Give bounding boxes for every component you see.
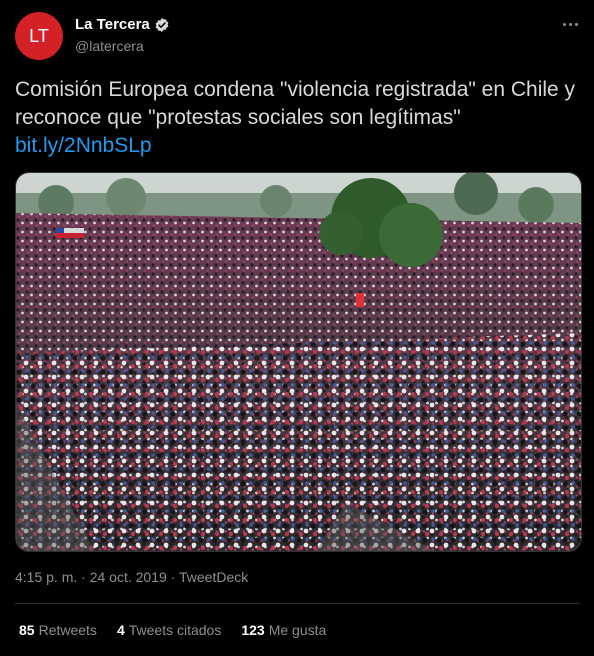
retweets-stat[interactable]: 85 Retweets: [19, 622, 97, 638]
divider: [15, 603, 580, 604]
likes-count: 123: [241, 622, 265, 638]
likes-label: Me gusta: [268, 622, 327, 638]
author-name-row: La Tercera: [75, 16, 170, 33]
tweet-link[interactable]: bit.ly/2NnbSLp: [15, 134, 152, 157]
meta-separator-2: ·: [166, 569, 179, 585]
avatar[interactable]: LT: [15, 12, 63, 60]
display-name[interactable]: La Tercera: [75, 16, 150, 33]
meta-separator: ·: [77, 569, 90, 585]
quotes-count: 4: [116, 622, 125, 638]
tweet-stats: 85 Retweets 4 Tweets citados 123 Me gusta: [19, 622, 346, 638]
quotes-stat[interactable]: 4 Tweets citados: [117, 622, 221, 638]
verified-badge-icon: [155, 17, 169, 32]
handle[interactable]: @latercera: [75, 38, 144, 54]
quotes-label: Tweets citados: [128, 622, 222, 638]
tweet-photo[interactable]: [15, 172, 582, 552]
tweet: LT La Tercera @latercera Comisión Europe…: [0, 0, 594, 656]
tweet-time[interactable]: 4:15 p. m.: [15, 569, 77, 585]
likes-stat[interactable]: 123 Me gusta: [241, 622, 326, 638]
retweets-count: 85: [19, 622, 35, 638]
tweet-date[interactable]: 24 oct. 2019: [90, 569, 167, 585]
more-options-icon[interactable]: [560, 14, 580, 34]
crowd-photo-icon: [16, 173, 581, 551]
avatar-initials: LT: [29, 25, 49, 46]
retweets-label: Retweets: [38, 622, 97, 638]
tweet-source[interactable]: TweetDeck: [179, 569, 248, 585]
tweet-body: Comisión Europea condena "violencia regi…: [15, 78, 576, 129]
tweet-meta: 4:15 p. m. · 24 oct. 2019 · TweetDeck: [15, 569, 248, 585]
tweet-text: Comisión Europea condena "violencia regi…: [15, 76, 580, 160]
